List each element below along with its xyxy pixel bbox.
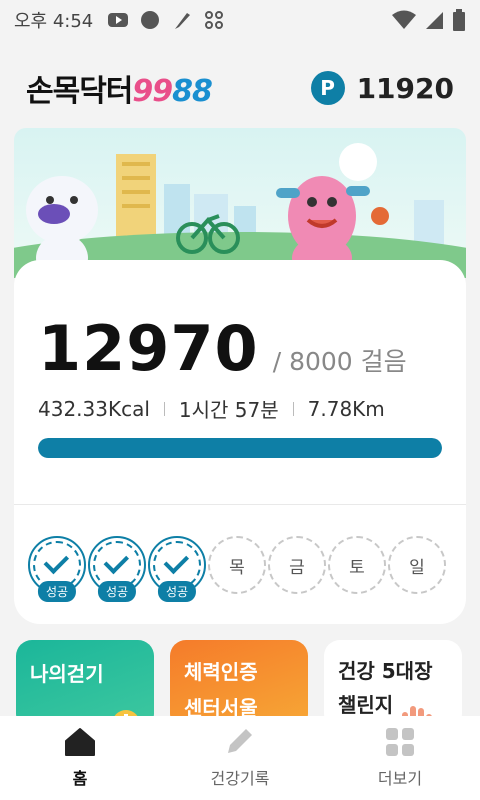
status-time: 오후 4:54	[14, 11, 94, 32]
fitness-center-label-1: 체력인증	[184, 660, 258, 684]
card-divider	[14, 504, 466, 505]
day-circle-sat[interactable]: 토	[328, 536, 386, 594]
banner-illustration	[14, 143, 466, 278]
circle-notification-icon	[141, 11, 160, 29]
success-badge: 성공	[37, 581, 77, 602]
feather-icon	[175, 13, 191, 29]
points-icon: P	[310, 71, 345, 105]
day-label: 금	[289, 557, 305, 578]
my-walking-label: 나의걷기	[30, 662, 104, 686]
steps-card[interactable]: 12970 / 8000 걸음 432.33Kcal 1시간 57분 7.78K…	[14, 260, 466, 624]
home-icon	[65, 728, 95, 756]
battery-icon	[453, 9, 465, 31]
stats-separator	[163, 401, 165, 416]
pencil-icon	[228, 729, 252, 753]
day-circle-1[interactable]: 성공	[28, 536, 86, 602]
logo-text: 손목닥터	[26, 74, 133, 109]
signal-icon	[426, 12, 443, 29]
walking-banner[interactable]	[14, 128, 466, 278]
calories-value: 432.33Kcal	[38, 396, 150, 421]
success-badge: 성공	[157, 581, 197, 602]
current-steps: 12970	[38, 312, 259, 385]
check-icon	[103, 548, 130, 575]
tab-health-record-label: 건강기록	[210, 769, 270, 788]
app-logo: 손목닥터9988	[26, 66, 213, 110]
app-header: 손목닥터9988 P 11920	[0, 56, 480, 120]
step-count: 12970 / 8000 걸음	[38, 312, 407, 385]
activity-stats: 432.33Kcal 1시간 57분 7.78Km	[38, 394, 385, 423]
wifi-icon	[392, 10, 416, 29]
tab-more-label: 더보기	[377, 769, 423, 788]
check-icon	[163, 548, 190, 575]
logo-number-2: 88	[172, 74, 213, 109]
step-goal: / 8000 걸음	[272, 347, 407, 376]
day-circle-fri[interactable]: 금	[268, 536, 326, 594]
tab-more[interactable]: 더보기	[320, 716, 480, 800]
day-label: 목	[229, 557, 245, 578]
step-progress-bar	[38, 438, 442, 458]
points-display[interactable]: P 11920	[310, 71, 454, 105]
grid-icon	[386, 728, 414, 756]
success-badge: 성공	[97, 581, 137, 602]
tab-home[interactable]: 홈	[0, 716, 160, 800]
tab-home-label: 홈	[72, 769, 88, 788]
day-label: 일	[409, 557, 425, 578]
stats-separator	[292, 401, 294, 416]
duration-value: 1시간 57분	[178, 398, 279, 422]
day-circle-3[interactable]: 성공	[148, 536, 206, 602]
logo-number-1: 99	[132, 74, 173, 109]
tab-health-record[interactable]: 건강기록	[160, 716, 320, 800]
day-label: 토	[349, 557, 365, 578]
distance-value: 7.78Km	[307, 396, 385, 421]
bottom-tab-bar: 홈 건강기록 더보기	[0, 716, 480, 800]
check-icon	[43, 548, 70, 575]
day-circle-2[interactable]: 성공	[88, 536, 146, 602]
challenge-label-1: 건강 5대장	[338, 659, 433, 683]
points-value: 11920	[356, 71, 454, 105]
app-grid-icon	[205, 11, 224, 29]
status-bar: 오후 4:54	[0, 0, 480, 40]
day-circle-thu[interactable]: 목	[208, 536, 266, 594]
youtube-icon	[108, 13, 129, 27]
step-progress-fill	[38, 438, 442, 458]
weekly-status: 성공 성공 성공 목 금 토 일	[28, 536, 446, 602]
day-circle-sun[interactable]: 일	[388, 536, 446, 594]
